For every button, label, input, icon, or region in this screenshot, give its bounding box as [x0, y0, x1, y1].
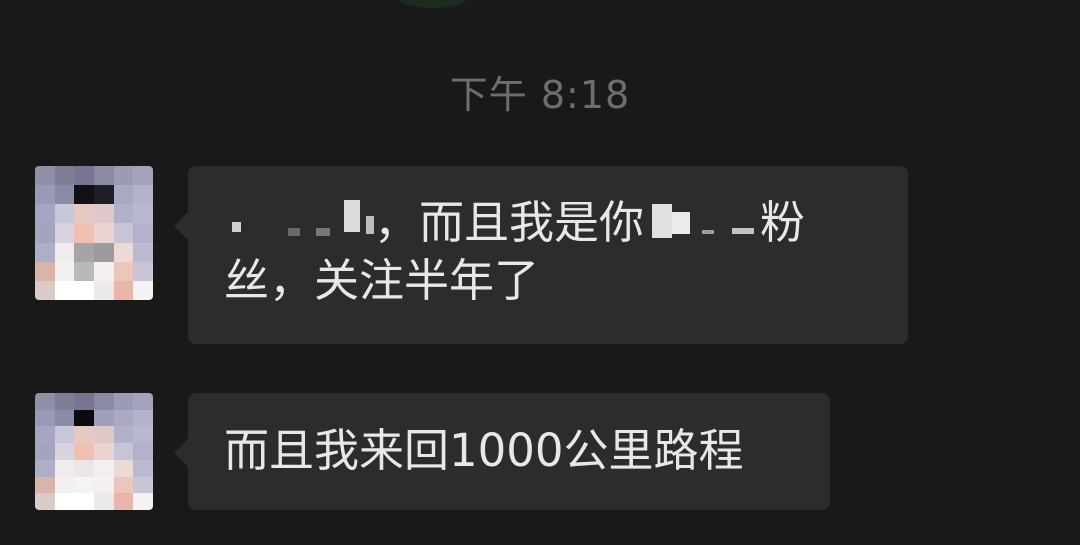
- message-text: 而且我来回1000公里路程: [224, 424, 744, 477]
- message-bubble[interactable]: ，而且我是你 粉丝，关注半年了: [174, 166, 908, 344]
- avatar[interactable]: [35, 393, 153, 510]
- redacted-text-mosaic: [644, 198, 760, 242]
- redacted-text-mosaic: [224, 198, 374, 242]
- avatar[interactable]: [35, 166, 153, 300]
- top-status-glow: [398, 0, 468, 8]
- message-timestamp: 下午 8:18: [449, 73, 631, 117]
- message-bubble[interactable]: 而且我来回1000公里路程: [174, 393, 830, 510]
- chat-screen: 下午 8:18 ，而且我是你 粉丝，关注半年了 而且我来回1000公里路程: [0, 0, 1080, 545]
- message-text-part: ，而且我是你: [374, 196, 645, 249]
